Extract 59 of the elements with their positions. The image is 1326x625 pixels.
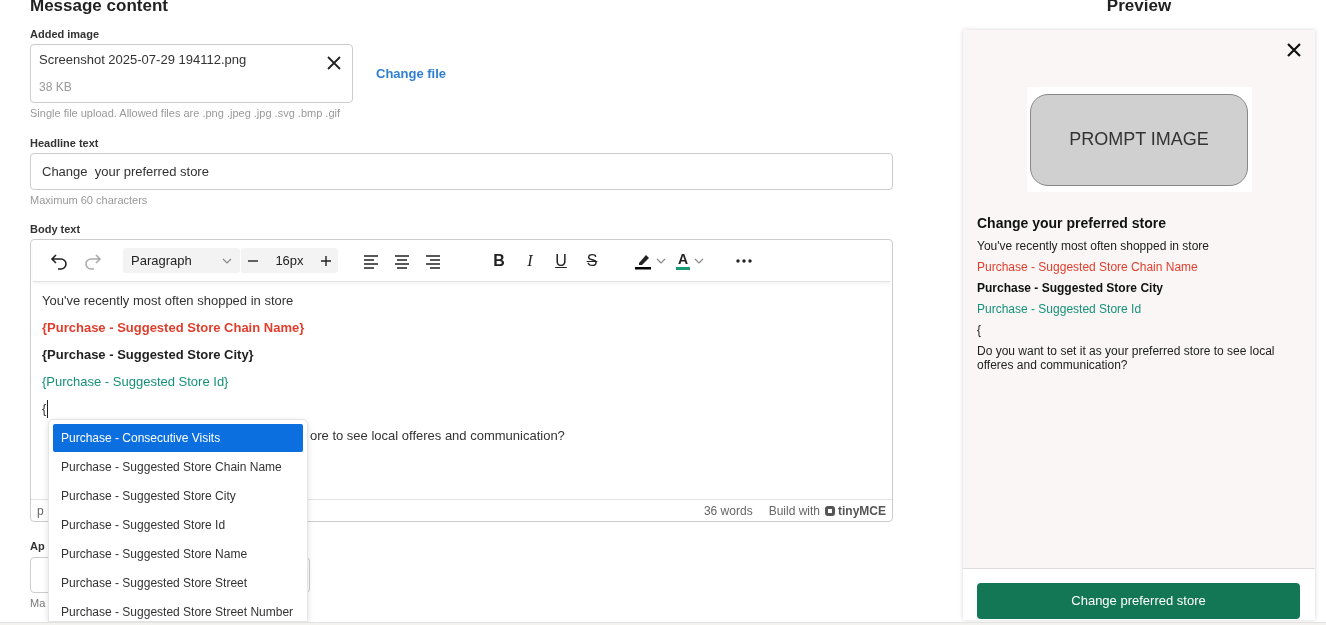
preview-text-line: Do you want to set it as your preferred store to see local offeres and communication? [977,344,1276,372]
preview-text-line: Purchase - Suggested Store Chain Name [977,260,1199,274]
autocomplete-item[interactable]: Purchase - Consecutive Visits [53,424,303,452]
undo-icon [50,251,68,270]
chevron-down-icon [694,257,705,264]
preview-text-line: Purchase - Suggested Store City [977,281,1165,295]
editor-text-line: {Purchase - Suggested Store Id} [42,374,229,389]
preview-headline: Change your preferred store [977,215,1168,232]
block-format-dropdown[interactable]: Paragraph [123,248,240,273]
autocomplete-item[interactable]: Purchase - Suggested Store Chain Name [53,453,303,481]
preview-text-line: { [977,323,982,337]
file-size: 38 KB [39,80,73,94]
field-label: Added image [30,27,101,41]
plus-icon [320,254,332,267]
hint-text: Maximum 60 characters [30,193,149,207]
field-label: Body text [30,222,82,236]
autocomplete-item[interactable]: Purchase - Suggested Store Street Number [53,598,303,621]
close-button[interactable] [326,55,342,71]
underline-button[interactable]: U [547,246,575,275]
editor-text-line: ore to see local offeres and communication? [310,428,565,443]
editor-text-line: You've recently most often shopped in store [42,293,294,308]
italic-button[interactable]: I [516,246,544,275]
branding-text: Build with [768,502,820,520]
more-icon [736,258,753,263]
increase-button[interactable] [320,254,332,267]
redo-icon [84,251,102,270]
change-store-button[interactable]: Change preferred store [977,583,1300,619]
strikethrough-button[interactable]: S [578,246,606,275]
preview-text-line: You've recently most often shopped in store [977,239,1210,253]
word-count: 36 words [703,502,753,520]
hint-text: Single file upload. Allowed files are .png .jpeg .jpg .svg .bmp .gif [30,106,342,120]
brand-link[interactable]: tinyMCE [824,501,886,520]
editor-text-line: { [42,400,47,417]
chevron-down-icon [222,257,232,264]
prompt-image-text: PROMPT IMAGE [1030,93,1248,186]
headline-input[interactable]: Change your preferred store [30,153,893,190]
close-icon [1287,43,1301,57]
bold-button[interactable]: B [485,246,513,275]
logo-icon [824,504,836,517]
file-name: Screenshot 2025-07-29 194112.png [39,52,248,68]
section-heading: Message content [30,0,169,16]
autocomplete-item[interactable]: Purchase - Suggested Store Id [53,511,303,539]
chevron-down-icon [656,257,666,264]
autocomplete-item[interactable]: Purchase - Suggested Store Street [53,569,303,597]
autocomplete-item[interactable]: Purchase - Suggested Store City [53,482,303,510]
editor-text-line: {Purchase - Suggested Store City} [42,347,254,362]
field-label: Headline text [30,136,100,150]
field-label: Ap [30,539,45,553]
autocomplete-item[interactable]: Purchase - Suggested Store Name [53,540,303,568]
preview-text-line: Purchase - Suggested Store Id [977,302,1143,316]
font-size-value[interactable]: 16px [275,250,304,271]
text-cursor [47,400,49,418]
element-path[interactable]: p [37,501,44,520]
change-file-link[interactable]: Change file [376,63,447,84]
hint-text: Ma [30,596,46,610]
close-icon [326,55,342,71]
text-color-button[interactable]: A [676,251,691,270]
close-button[interactable] [1287,43,1301,57]
editor-text-line: {Purchase - Suggested Store Chain Name} [42,320,305,335]
